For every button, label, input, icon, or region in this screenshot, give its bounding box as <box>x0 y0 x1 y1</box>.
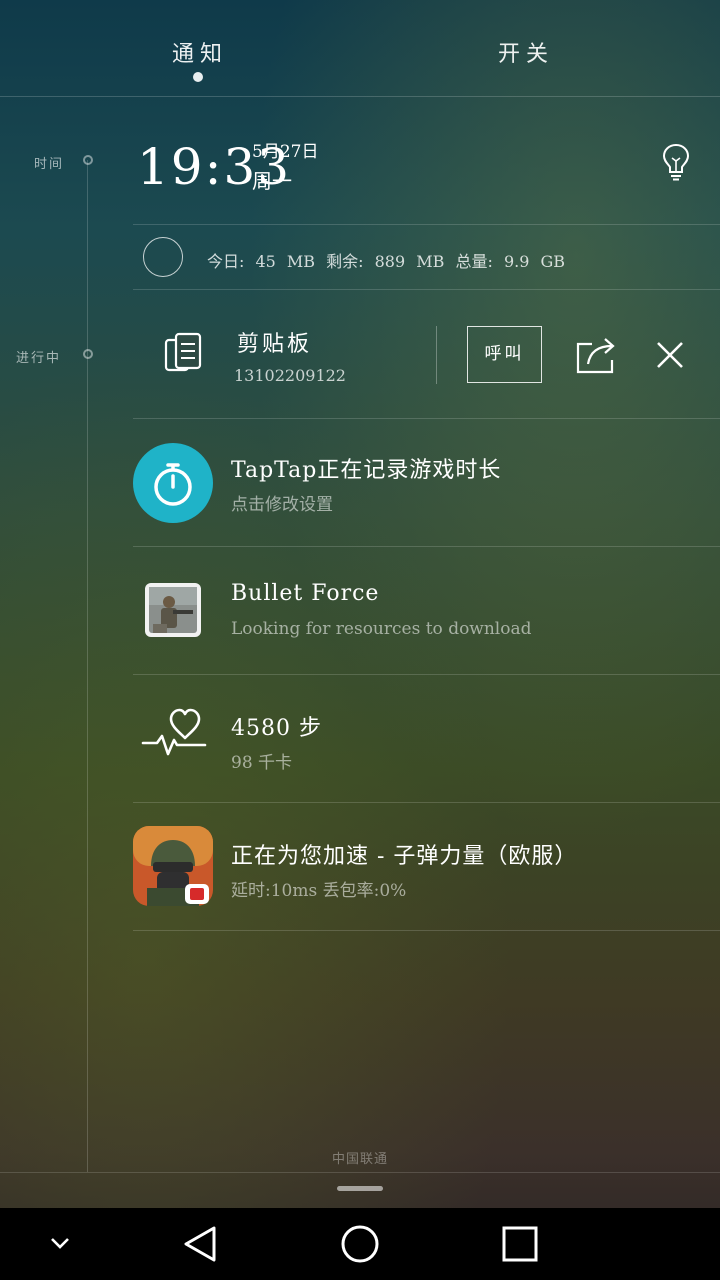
clipboard-title: 剪贴板 <box>237 332 313 357</box>
divider <box>133 224 720 225</box>
timeline-node-time <box>83 155 93 165</box>
clock-weekday: 周一 <box>252 169 292 193</box>
notification-subtitle: 点击修改设置 <box>231 495 333 515</box>
clipboard-content: 13102209122 <box>234 366 346 385</box>
clipboard-divider <box>436 326 437 384</box>
drag-handle[interactable] <box>337 1186 383 1191</box>
panel-tabs: 通知 开关 <box>0 0 720 97</box>
notification-title: 正在为您加速 - 子弹力量（欧服） <box>231 844 578 869</box>
divider <box>133 418 720 419</box>
notification-title: TapTap正在记录游戏时长 <box>231 458 502 483</box>
notification-subtitle: 98 千卡 <box>231 753 293 773</box>
clock-date: 5月27日 <box>252 142 319 162</box>
divider <box>133 674 720 675</box>
flashlight-bulb-icon[interactable] <box>660 142 692 182</box>
active-tab-indicator <box>193 72 203 82</box>
heart-rate-icon <box>141 708 207 756</box>
timeline-label-ongoing: 进行中 <box>16 351 62 366</box>
timeline-line <box>87 160 88 1172</box>
notification-title: Bullet Force <box>231 581 380 606</box>
call-button[interactable]: 呼叫 <box>467 326 542 383</box>
carrier-name: 中国联通 <box>331 1152 388 1167</box>
tab-switches[interactable]: 开关 <box>498 36 554 68</box>
bullet-force-app-icon <box>145 583 201 637</box>
recents-icon[interactable] <box>500 1208 540 1280</box>
stopwatch-icon <box>133 443 213 523</box>
close-icon[interactable] <box>655 340 685 370</box>
divider <box>133 289 720 290</box>
share-icon[interactable] <box>574 334 618 376</box>
data-usage-text: 今日: 45 MB 剩余: 889 MB 总量: 9.9 GB <box>207 252 566 271</box>
timeline-node-ongoing <box>83 349 93 359</box>
notification-subtitle: 延时:10ms 丢包率:0% <box>231 881 407 901</box>
chevron-down-icon[interactable] <box>40 1208 80 1280</box>
divider <box>133 930 720 931</box>
notification-subtitle: Looking for resources to download <box>231 619 532 639</box>
notification-title: 4580 步 <box>231 716 322 741</box>
navigation-bar <box>0 1208 720 1280</box>
footer-divider <box>0 1172 720 1173</box>
game-accelerator-icon <box>133 826 213 906</box>
home-icon[interactable] <box>338 1208 382 1280</box>
data-usage-ring <box>143 237 183 277</box>
clipboard-icon <box>164 332 202 372</box>
back-icon[interactable] <box>178 1208 222 1280</box>
tab-notifications[interactable]: 通知 <box>172 36 228 68</box>
timeline-label-time: 时间 <box>34 157 65 172</box>
divider <box>133 546 720 547</box>
divider <box>133 802 720 803</box>
